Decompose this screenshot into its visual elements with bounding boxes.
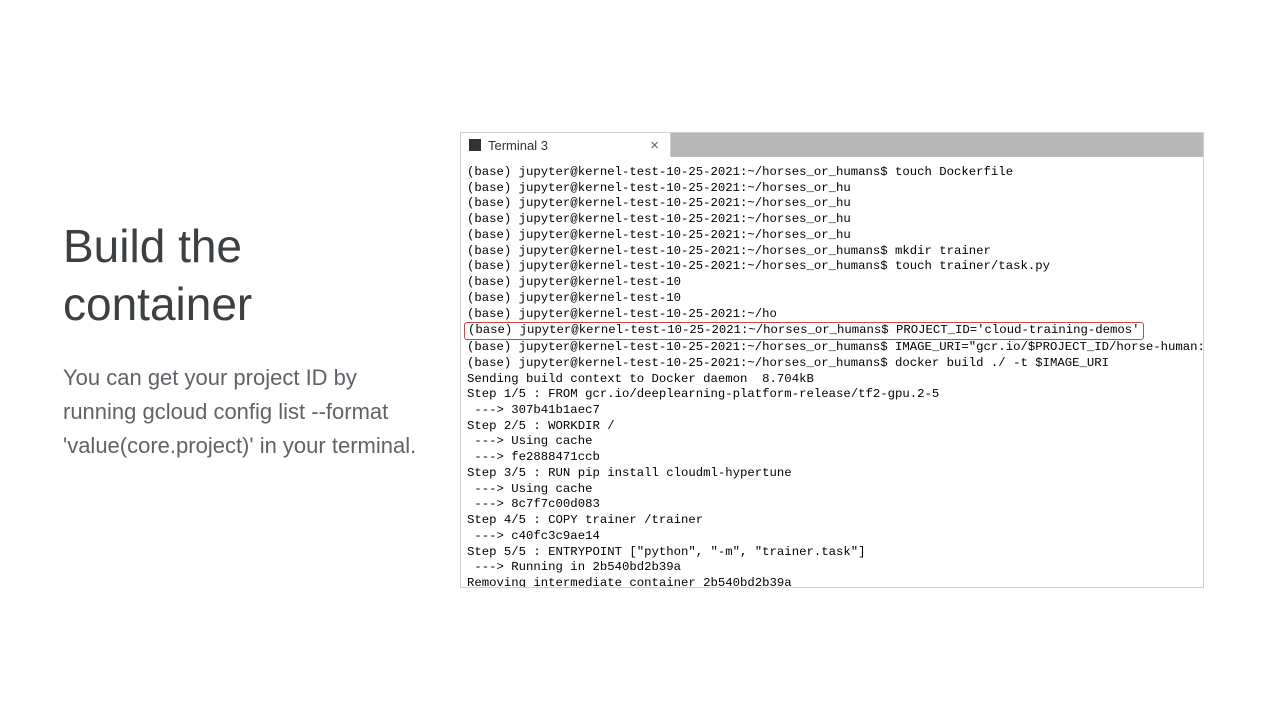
terminal-tab-title: Terminal 3 [488,138,647,153]
terminal-window: Terminal 3 × (base) jupyter@kernel-test-… [460,132,1204,588]
terminal-line: (base) jupyter@kernel-test-10-25-2021:~/… [467,259,1197,275]
terminal-output[interactable]: (base) jupyter@kernel-test-10-25-2021:~/… [461,157,1203,588]
terminal-line: (base) jupyter@kernel-test-10 [467,275,1197,291]
terminal-line: ---> 8c7f7c00d083 [467,497,1197,513]
terminal-line: ---> Using cache [467,482,1197,498]
terminal-tab-bar: Terminal 3 × [461,133,1203,157]
terminal-line: ---> fe2888471ccb [467,450,1197,466]
terminal-line: ---> Using cache [467,434,1197,450]
terminal-line: ---> Running in 2b540bd2b39a [467,560,1197,576]
terminal-line: (base) jupyter@kernel-test-10-25-2021:~/… [467,340,1197,356]
terminal-line: (base) jupyter@kernel-test-10-25-2021:~/… [467,181,1197,197]
terminal-line: Step 3/5 : RUN pip install cloudml-hyper… [467,466,1197,482]
tab-bar-empty [671,133,1203,157]
terminal-icon [469,139,481,151]
terminal-line: (base) jupyter@kernel-test-10 [467,291,1197,307]
slide-heading: Build the container [63,218,423,333]
terminal-line: Step 5/5 : ENTRYPOINT ["python", "-m", "… [467,545,1197,561]
slide-description: You can get your project ID by running g… [63,361,423,463]
terminal-tab[interactable]: Terminal 3 × [461,133,671,157]
close-icon[interactable]: × [647,138,662,153]
terminal-line: Step 4/5 : COPY trainer /trainer [467,513,1197,529]
terminal-line: Step 2/5 : WORKDIR / [467,419,1197,435]
terminal-highlighted-line: (base) jupyter@kernel-test-10-25-2021:~/… [464,322,1144,340]
terminal-line: ---> c40fc3c9ae14 [467,529,1197,545]
terminal-line: Step 1/5 : FROM gcr.io/deeplearning-plat… [467,387,1197,403]
slide-text-panel: Build the container You can get your pro… [63,218,423,463]
terminal-line: (base) jupyter@kernel-test-10-25-2021:~/… [467,244,1197,260]
terminal-line: Removing intermediate container 2b540bd2… [467,576,1197,588]
terminal-line: Sending build context to Docker daemon 8… [467,372,1197,388]
terminal-line: (base) jupyter@kernel-test-10-25-2021:~/… [467,212,1197,228]
terminal-line: (base) jupyter@kernel-test-10-25-2021:~/… [467,228,1197,244]
terminal-line: (base) jupyter@kernel-test-10-25-2021:~/… [467,165,1197,181]
terminal-line: (base) jupyter@kernel-test-10-25-2021:~/… [467,196,1197,212]
terminal-line: (base) jupyter@kernel-test-10-25-2021:~/… [467,322,1197,340]
terminal-line: ---> 307b41b1aec7 [467,403,1197,419]
terminal-line: (base) jupyter@kernel-test-10-25-2021:~/… [467,307,1197,323]
terminal-line: (base) jupyter@kernel-test-10-25-2021:~/… [467,356,1197,372]
